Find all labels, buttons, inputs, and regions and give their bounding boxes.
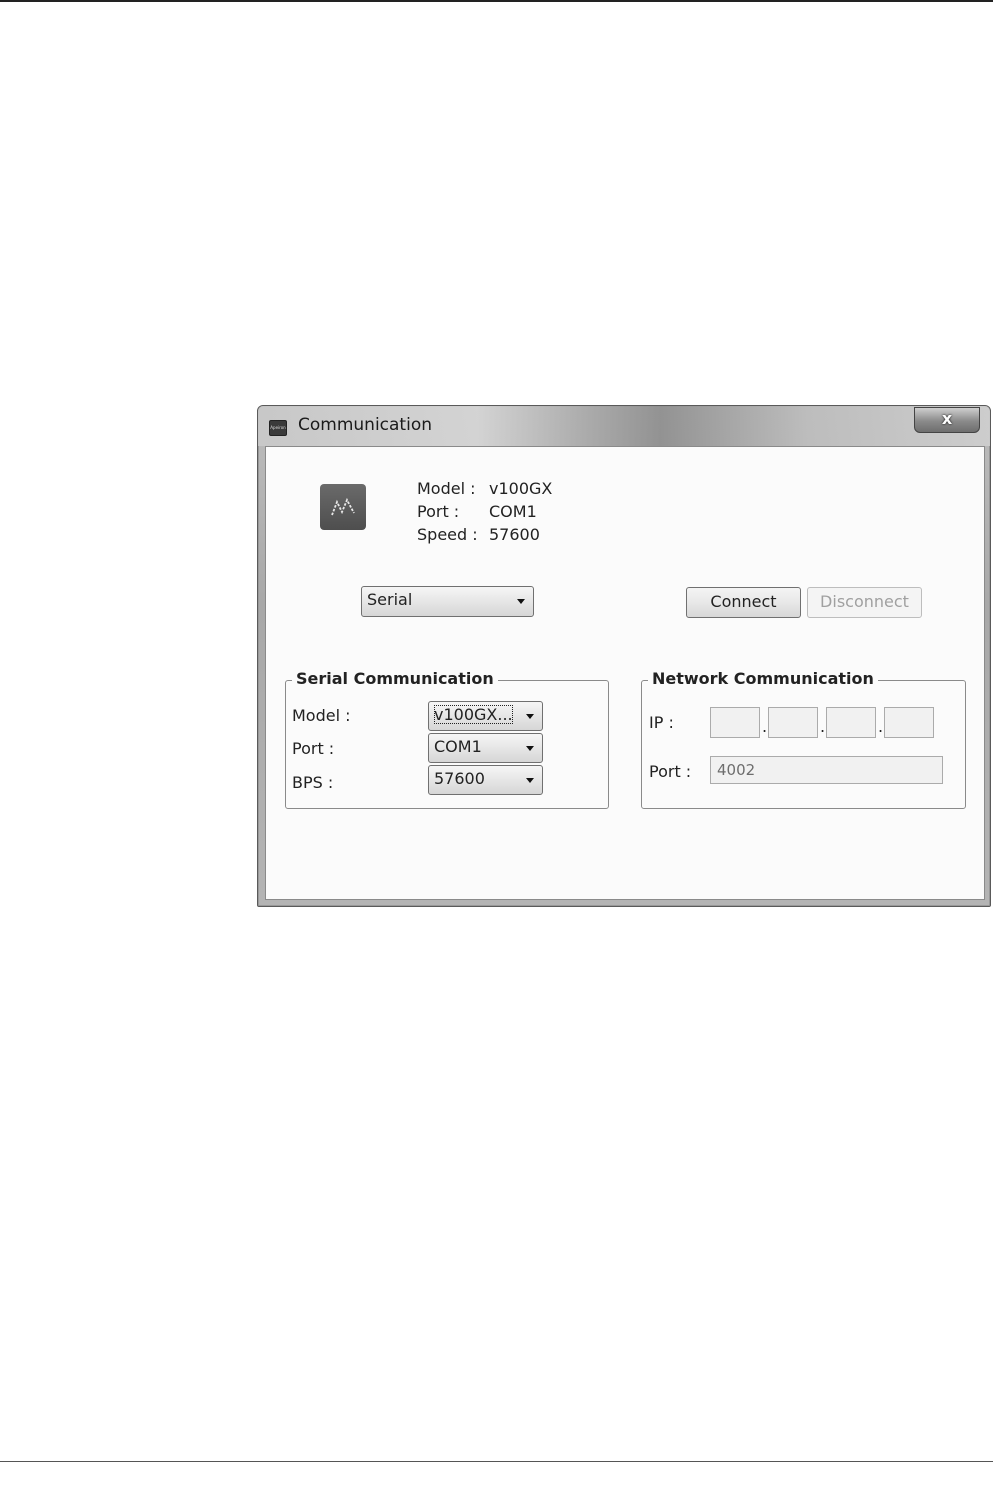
serial-model-label: Model :	[292, 706, 351, 725]
serial-bps-select[interactable]: 57600	[428, 765, 543, 795]
status-port-label: Port :	[417, 502, 460, 521]
window-title: Communication	[298, 415, 432, 435]
page-bottom-rule	[0, 1461, 993, 1462]
serial-group-title: Serial Communication	[292, 669, 498, 688]
serial-communication-group: Serial Communication Model : v100GX... P…	[285, 669, 609, 809]
title-bar[interactable]: Apeiron Communication x	[258, 406, 990, 446]
ip-separator: .	[820, 717, 826, 736]
network-communication-group: Network Communication IP : . . . Port : …	[641, 669, 966, 809]
serial-port-label: Port :	[292, 739, 335, 758]
status-speed-value: 57600	[489, 525, 540, 544]
dialog-body: Model : v100GX Port : COM1 Speed : 57600…	[265, 446, 985, 900]
ip-octet-1-input[interactable]	[710, 707, 760, 738]
chevron-down-icon	[526, 746, 534, 751]
ip-separator: .	[762, 717, 768, 736]
disconnect-button[interactable]: Disconnect	[807, 587, 922, 618]
communication-type-value: Serial	[367, 590, 413, 609]
ip-separator: .	[878, 717, 884, 736]
communication-window: Apeiron Communication x Model : v100GX P…	[257, 405, 991, 907]
logo-glyph-icon	[331, 497, 355, 516]
ip-octet-2-input[interactable]	[768, 707, 818, 738]
status-model-label: Model :	[417, 479, 476, 498]
status-speed-label: Speed :	[417, 525, 478, 544]
close-icon[interactable]: x	[914, 407, 980, 433]
serial-model-value: v100GX...	[434, 705, 513, 724]
network-group-title: Network Communication	[648, 669, 878, 688]
network-port-input[interactable]: 4002	[710, 756, 943, 784]
network-port-label: Port :	[649, 762, 692, 781]
chevron-down-icon	[526, 714, 534, 719]
serial-bps-label: BPS :	[292, 773, 334, 792]
chevron-down-icon	[517, 599, 525, 604]
ip-label: IP :	[649, 713, 674, 732]
ip-octet-4-input[interactable]	[884, 707, 934, 738]
status-model-value: v100GX	[489, 479, 553, 498]
communication-type-select[interactable]: Serial	[361, 586, 534, 617]
app-icon: Apeiron	[269, 420, 287, 436]
serial-model-select[interactable]: v100GX...	[428, 701, 543, 731]
ip-octet-3-input[interactable]	[826, 707, 876, 738]
serial-bps-value: 57600	[434, 769, 485, 788]
page-top-rule	[0, 0, 993, 2]
app-logo-icon	[320, 484, 366, 530]
connect-button[interactable]: Connect	[686, 587, 801, 618]
status-port-value: COM1	[489, 502, 537, 521]
serial-port-value: COM1	[434, 737, 482, 756]
chevron-down-icon	[526, 778, 534, 783]
serial-port-select[interactable]: COM1	[428, 733, 543, 763]
